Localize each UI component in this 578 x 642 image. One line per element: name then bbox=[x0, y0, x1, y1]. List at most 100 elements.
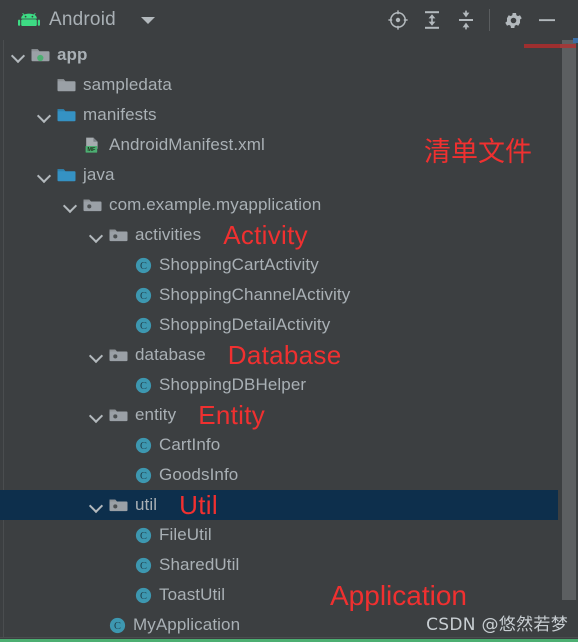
tree-arrow-placeholder bbox=[116, 259, 129, 272]
tree-row-label: util bbox=[135, 495, 158, 514]
tree-arrow-placeholder bbox=[116, 319, 129, 332]
tree-row-label: SharedUtil bbox=[159, 555, 240, 574]
tree-arrow-placeholder bbox=[64, 139, 77, 152]
tree-row-manifests[interactable]: manifests bbox=[0, 100, 558, 130]
tree-row-label: ToastUtil bbox=[159, 585, 226, 604]
tree-row-label: ShoppingDetailActivity bbox=[159, 315, 331, 334]
toolbar-separator bbox=[489, 9, 490, 31]
tool-window-header: Android bbox=[0, 0, 578, 40]
tree-row-package-root[interactable]: com.example.myapplication bbox=[0, 190, 558, 220]
annotation-application: Application bbox=[330, 580, 467, 611]
package-icon bbox=[109, 499, 128, 512]
tree-row-label: ShoppingDBHelper bbox=[159, 375, 307, 394]
tree-arrow-placeholder bbox=[116, 529, 129, 542]
expand-all-icon bbox=[425, 11, 439, 29]
svg-text:C: C bbox=[114, 621, 121, 632]
tree-row-file-util[interactable]: C FileUtil bbox=[0, 520, 558, 550]
tree-arrow-placeholder bbox=[116, 559, 129, 572]
tree-row-activities[interactable]: activities Activity bbox=[0, 220, 558, 250]
chevron-down-icon[interactable] bbox=[38, 109, 51, 122]
tree-row-cart-info[interactable]: C CartInfo bbox=[0, 430, 558, 460]
expand-all-button[interactable] bbox=[415, 3, 449, 37]
java-class-icon: C bbox=[135, 317, 152, 333]
android-project-tool-window: Android app sampledata manifests MF Andr… bbox=[0, 0, 578, 642]
annotation-manifest-chinese: 清单文件 bbox=[424, 137, 532, 168]
tree-row-label: database bbox=[135, 345, 206, 364]
vertical-scrollbar-thumb[interactable] bbox=[562, 40, 576, 600]
tree-row-shopping-channel-activity[interactable]: C ShoppingChannelActivity bbox=[0, 280, 558, 310]
tree-row-label: com.example.myapplication bbox=[109, 195, 322, 214]
tree-row-shopping-detail-activity[interactable]: C ShoppingDetailActivity bbox=[0, 310, 558, 340]
hide-button[interactable] bbox=[530, 3, 564, 37]
chevron-down-icon[interactable] bbox=[90, 409, 103, 422]
svg-text:C: C bbox=[140, 291, 147, 302]
collapse-all-icon bbox=[459, 10, 473, 30]
corner-accent bbox=[573, 38, 578, 43]
java-class-icon: C bbox=[135, 587, 152, 603]
folder-blue-icon bbox=[57, 169, 76, 182]
tree-row-shared-util[interactable]: C SharedUtil bbox=[0, 550, 558, 580]
tree-arrow-placeholder bbox=[90, 619, 103, 632]
tree-row-shopping-cart-activity[interactable]: C ShoppingCartActivity bbox=[0, 250, 558, 280]
minimize-dash-icon bbox=[539, 19, 555, 22]
tree-row-toast-util[interactable]: C ToastUtil bbox=[0, 580, 558, 610]
annotation-entity: Entity bbox=[198, 399, 266, 430]
chevron-down-icon[interactable] bbox=[90, 499, 103, 512]
toolbar-actions bbox=[381, 3, 578, 37]
tree-row-entity[interactable]: entity Entity bbox=[0, 400, 558, 430]
crosshair-target-icon bbox=[388, 10, 408, 30]
chevron-down-icon[interactable] bbox=[64, 199, 77, 212]
svg-text:C: C bbox=[140, 261, 147, 272]
annotation-util: Util bbox=[179, 489, 218, 520]
tree-row-label: ShoppingChannelActivity bbox=[159, 285, 351, 304]
tree-arrow-placeholder bbox=[116, 289, 129, 302]
tree-row-shopping-db-helper[interactable]: C ShoppingDBHelper bbox=[0, 370, 558, 400]
java-class-icon: C bbox=[135, 437, 152, 453]
svg-text:C: C bbox=[140, 321, 147, 332]
svg-text:C: C bbox=[140, 381, 147, 392]
tree-row-label: manifests bbox=[83, 105, 157, 124]
tree-row-sampledata[interactable]: sampledata bbox=[0, 70, 558, 100]
tree-arrow-placeholder bbox=[116, 439, 129, 452]
tree-row-label: AndroidManifest.xml bbox=[109, 135, 265, 154]
error-stripe-marker[interactable] bbox=[524, 44, 560, 48]
tree-row-label: MyApplication bbox=[133, 615, 241, 634]
chevron-down-icon[interactable] bbox=[90, 229, 103, 242]
tree-row-label: GoodsInfo bbox=[159, 465, 239, 484]
tree-row-label: sampledata bbox=[83, 75, 172, 94]
tree-row-label: activities bbox=[135, 225, 202, 244]
java-class-icon: C bbox=[135, 287, 152, 303]
select-opened-file-button[interactable] bbox=[381, 3, 415, 37]
chevron-down-icon[interactable] bbox=[38, 169, 51, 182]
svg-text:MF: MF bbox=[87, 147, 96, 153]
chevron-down-icon[interactable] bbox=[12, 49, 25, 62]
tree-row-database[interactable]: database Database bbox=[0, 340, 558, 370]
tree-row-label: FileUtil bbox=[159, 525, 212, 544]
gear-icon bbox=[504, 12, 522, 28]
package-icon bbox=[83, 199, 102, 212]
svg-text:C: C bbox=[140, 561, 147, 572]
chevron-down-icon[interactable] bbox=[90, 349, 103, 362]
folder-gray-icon bbox=[57, 79, 76, 92]
error-stripe-marker-secondary[interactable] bbox=[560, 44, 576, 48]
svg-text:C: C bbox=[140, 471, 147, 482]
java-class-icon: C bbox=[135, 467, 152, 483]
vertical-scrollbar-track[interactable] bbox=[560, 40, 578, 639]
annotation-database: Database bbox=[227, 339, 342, 370]
java-class-icon: C bbox=[135, 377, 152, 393]
chevron-down-icon[interactable] bbox=[140, 16, 155, 24]
settings-button[interactable] bbox=[496, 3, 530, 37]
tree-row-util[interactable]: util Util bbox=[0, 490, 558, 520]
package-icon bbox=[109, 409, 128, 422]
package-icon bbox=[109, 229, 128, 242]
svg-text:C: C bbox=[140, 591, 147, 602]
collapse-all-button[interactable] bbox=[449, 3, 483, 37]
tree-row-app[interactable]: app bbox=[0, 40, 558, 70]
tree-row-goods-info[interactable]: C GoodsInfo bbox=[0, 460, 558, 490]
android-robot-icon bbox=[18, 13, 40, 26]
annotation-activities: Activity bbox=[223, 219, 308, 250]
java-class-icon: C bbox=[135, 527, 152, 543]
tree-arrow-placeholder bbox=[116, 589, 129, 602]
tool-window-title-group[interactable]: Android bbox=[0, 9, 155, 31]
java-class-icon: C bbox=[109, 617, 126, 633]
